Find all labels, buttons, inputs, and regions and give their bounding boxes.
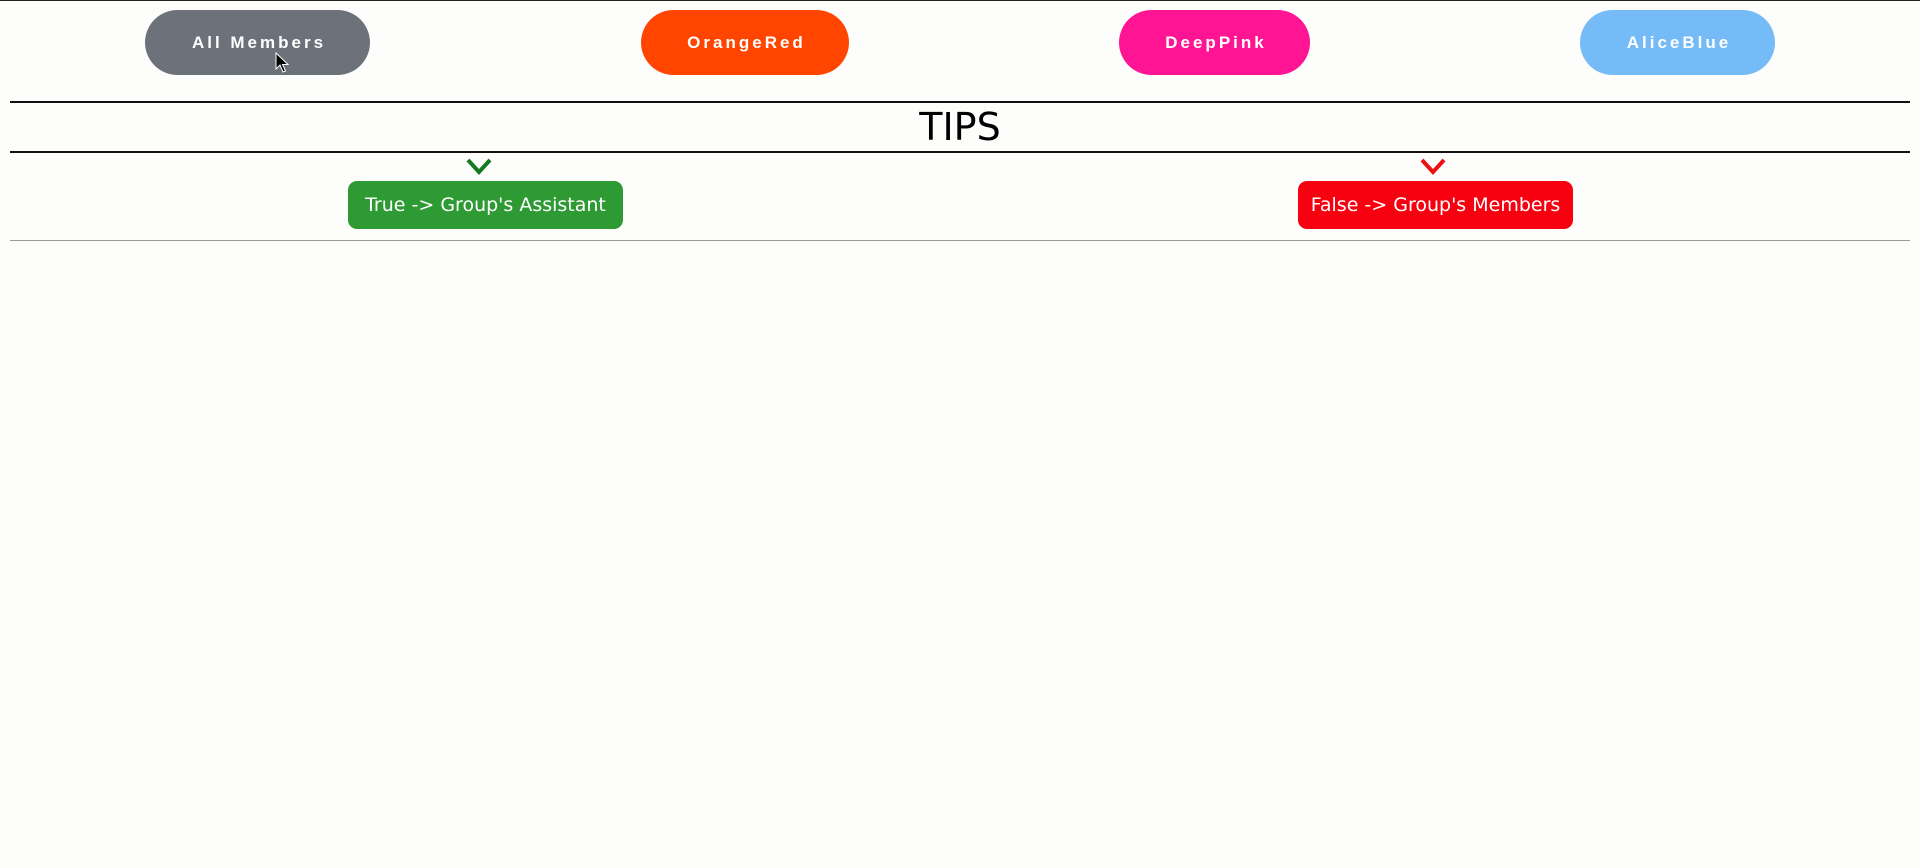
page: All Members OrangeRed DeepPink AliceBlue… <box>0 0 1920 868</box>
filter-deeppink-button[interactable]: DeepPink <box>1119 10 1310 75</box>
section-divider <box>10 240 1910 241</box>
chevron-down-icon <box>466 158 492 175</box>
tips-bottom-rule <box>10 151 1910 153</box>
tip-true-assistant: True -> Group's Assistant <box>348 181 623 229</box>
chevron-down-icon <box>1420 158 1446 175</box>
filter-aliceblue-button[interactable]: AliceBlue <box>1580 10 1775 75</box>
tip-false-members: False -> Group's Members <box>1298 181 1573 229</box>
mouse-pointer-icon <box>275 52 289 73</box>
filter-orangered-button[interactable]: OrangeRed <box>641 10 849 75</box>
tips-heading: TIPS <box>919 105 1001 149</box>
top-border <box>0 0 1920 1</box>
filter-all-members-button[interactable]: All Members <box>145 10 370 75</box>
